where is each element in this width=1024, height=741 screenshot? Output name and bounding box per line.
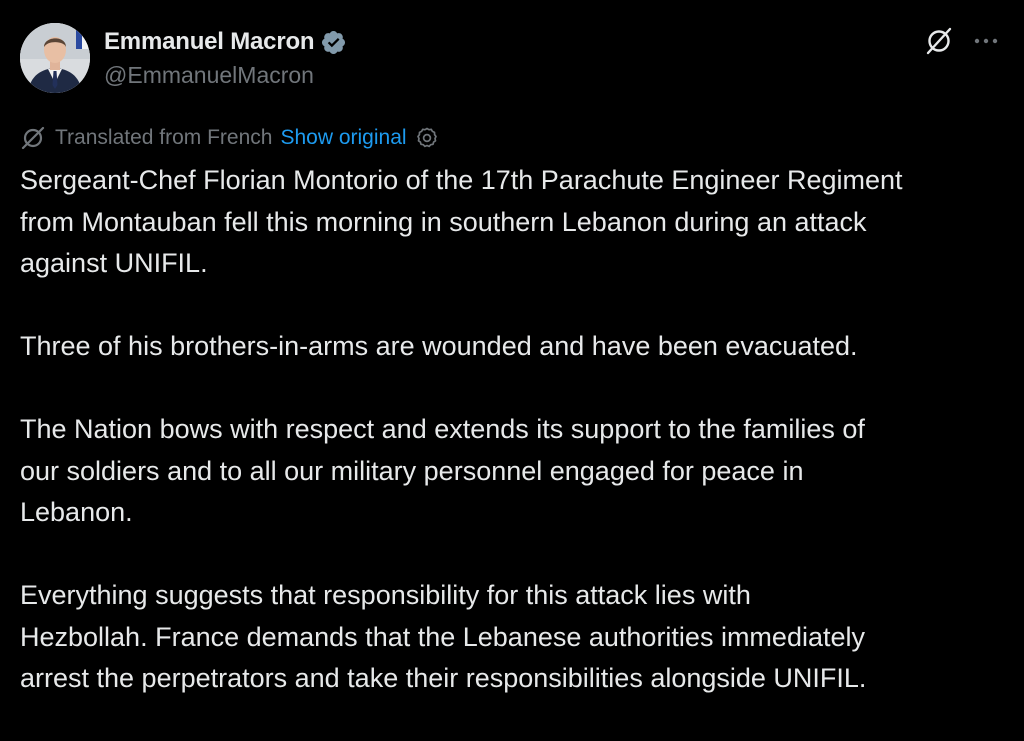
grok-icon[interactable] [924, 26, 954, 56]
translation-bar: Translated from French Show original [20, 124, 439, 152]
translated-from-label: Translated from French [55, 126, 273, 149]
tweet-paragraph: The Nation bows with respect and extends… [20, 414, 865, 527]
translate-icon [20, 125, 46, 151]
gear-icon[interactable] [415, 126, 439, 150]
verified-badge-icon[interactable] [320, 29, 347, 56]
display-name[interactable]: Emmanuel Macron [104, 28, 315, 56]
display-name-row[interactable]: Emmanuel Macron [104, 26, 347, 58]
tweet-paragraph: Sergeant-Chef Florian Montorio of the 17… [20, 165, 903, 278]
tweet: Emmanuel Macron @EmmanuelMacron Translat… [0, 0, 1024, 709]
profile-photo-icon [20, 23, 90, 93]
show-original-link[interactable]: Show original [280, 126, 406, 150]
author-handle[interactable]: @EmmanuelMacron [104, 62, 314, 89]
avatar[interactable] [20, 23, 90, 93]
tweet-text: Sergeant-Chef Florian Montorio of the 17… [20, 160, 1012, 741]
tweet-paragraph: Everything suggests that responsibility … [20, 580, 867, 693]
tweet-paragraph: Three of his brothers-in-arms are wounde… [20, 331, 858, 361]
more-icon[interactable] [972, 30, 1000, 52]
